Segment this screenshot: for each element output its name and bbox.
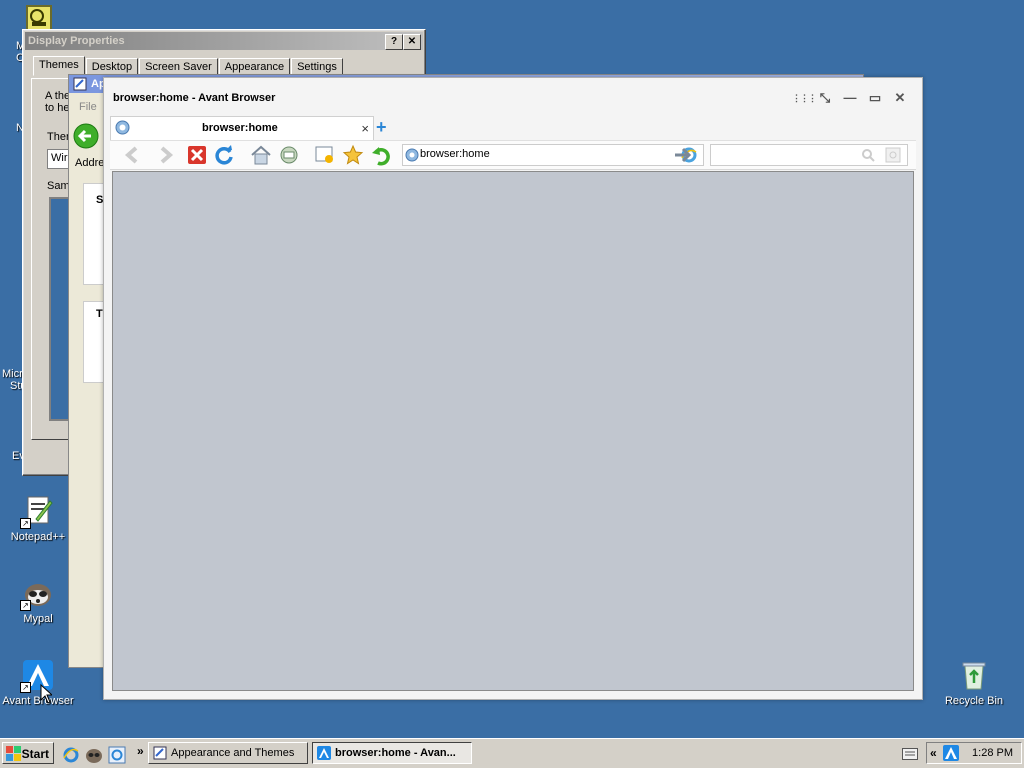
taskbar-button-label: Appearance and Themes	[171, 747, 295, 759]
favorites-star-icon[interactable]	[342, 144, 364, 166]
window-titlebar[interactable]: browser:home - Avant Browser ⋮⋮⋮ ⤡ — ▭ ✕	[104, 78, 922, 118]
start-button[interactable]: Start	[2, 742, 54, 764]
search-engine-icon[interactable]	[885, 147, 901, 163]
theme-label: Ther	[47, 131, 70, 143]
shortcut-arrow-icon: ↗	[20, 682, 31, 693]
maximize-button[interactable]: ▭	[867, 90, 883, 106]
tab-label: browser:home	[202, 122, 278, 134]
window-title: Display Properties	[28, 35, 125, 47]
shortcut-arrow-icon: ↗	[20, 518, 31, 529]
forward-icon[interactable]	[154, 144, 176, 166]
system-tray: « 1:28 PM	[926, 742, 1022, 764]
control-panel-icon	[73, 77, 87, 91]
tab-close-button[interactable]: ×	[361, 121, 369, 136]
description-text: A the	[45, 90, 71, 102]
browser-tab[interactable]: browser:home ×	[110, 116, 374, 141]
close-button[interactable]: ✕	[892, 90, 908, 106]
browser-content-area[interactable]	[112, 171, 914, 691]
shortcut-arrow-icon: ↗	[20, 600, 31, 611]
description-text: to he	[45, 102, 70, 114]
theme-select-value: Wir	[51, 152, 68, 164]
keyboard-icon[interactable]	[902, 748, 918, 760]
back-icon[interactable]	[122, 144, 144, 166]
windows-logo-icon	[6, 746, 21, 761]
back-arrow-icon[interactable]	[73, 123, 99, 149]
desktop-icon-mypal[interactable]: ↗ Mypal	[0, 577, 76, 625]
quicklaunch-chevron[interactable]: »	[137, 744, 144, 758]
undo-close-icon[interactable]	[370, 144, 392, 166]
recycle-bin-icon	[958, 659, 990, 691]
address-value: browser:home	[420, 148, 490, 160]
menu-file[interactable]: File	[79, 101, 97, 113]
go-arrow-icon[interactable]	[672, 144, 694, 166]
tab-bar: browser:home × +	[110, 116, 916, 141]
desktop-icon-avant[interactable]: ↗ Avant Browser	[0, 659, 76, 707]
desktop-icon-label: Notepad++	[10, 531, 66, 543]
address-bar[interactable]: browser:home	[402, 144, 704, 166]
desktop-icon-label: Recycle Bin	[944, 695, 1004, 707]
browser-toolbar: browser:home	[110, 140, 916, 170]
monitor-clock-icon	[30, 9, 46, 26]
search-icon[interactable]	[861, 148, 875, 162]
rss-feeds-icon[interactable]	[314, 144, 336, 166]
taskbar-button-label: browser:home - Avan...	[335, 747, 456, 759]
desktop-icon-recycle-bin[interactable]: Recycle Bin	[936, 659, 1012, 707]
ie-alt-quicklaunch-icon[interactable]	[108, 746, 126, 764]
desktop-icon-notepadpp[interactable]: ↗ Notepad++	[0, 495, 76, 543]
avant-tray-icon[interactable]	[943, 745, 959, 761]
notepadpp-icon: ↗	[20, 495, 54, 529]
control-panel-icon	[153, 746, 167, 760]
ie-quicklaunch-icon[interactable]	[62, 746, 80, 764]
desktop-icon-label: Mypal	[23, 613, 53, 625]
help-button[interactable]: ?	[385, 34, 403, 50]
search-input[interactable]	[710, 144, 908, 166]
globe-icon	[405, 148, 419, 162]
taskbar: Start » Appearance and Themes browser:ho…	[0, 738, 1024, 768]
desktop-icon-label: Avant Browser	[2, 695, 74, 707]
avant-browser-window: browser:home - Avant Browser ⋮⋮⋮ ⤡ — ▭ ✕…	[103, 77, 923, 700]
avant-browser-icon	[317, 746, 331, 760]
clock[interactable]: 1:28 PM	[972, 747, 1013, 759]
window-title: browser:home - Avant Browser	[113, 92, 276, 104]
address-label: Addre	[75, 157, 105, 169]
home-icon[interactable]	[250, 144, 272, 166]
sample-label: Sam	[47, 180, 70, 192]
raccoon-icon: ↗	[20, 577, 54, 611]
desktop-icon-top[interactable]	[26, 5, 52, 31]
taskbar-button-appearance[interactable]: Appearance and Themes	[148, 742, 308, 764]
window-titlebar[interactable]: Display Properties ? ✕	[25, 32, 423, 50]
task-pane-heading: T	[96, 308, 103, 320]
refresh-icon[interactable]	[213, 144, 235, 166]
start-label: Start	[21, 747, 49, 761]
close-button[interactable]: ✕	[403, 34, 421, 50]
globe-icon	[115, 120, 130, 135]
restore-arrow-icon[interactable]: ⤡	[817, 90, 833, 106]
new-tab-button[interactable]: +	[376, 117, 387, 138]
group-icon[interactable]	[278, 144, 300, 166]
tab-themes[interactable]: Themes	[33, 56, 85, 76]
tray-expand-chevron[interactable]: «	[930, 746, 937, 760]
taskbar-button-browser[interactable]: browser:home - Avan...	[312, 742, 472, 764]
stop-icon[interactable]	[186, 144, 208, 166]
minimize-button[interactable]: —	[842, 90, 858, 106]
apps-grid-icon[interactable]: ⋮⋮⋮	[792, 90, 817, 106]
mypal-quicklaunch-icon[interactable]	[85, 746, 103, 764]
mouse-cursor-icon	[40, 684, 52, 704]
